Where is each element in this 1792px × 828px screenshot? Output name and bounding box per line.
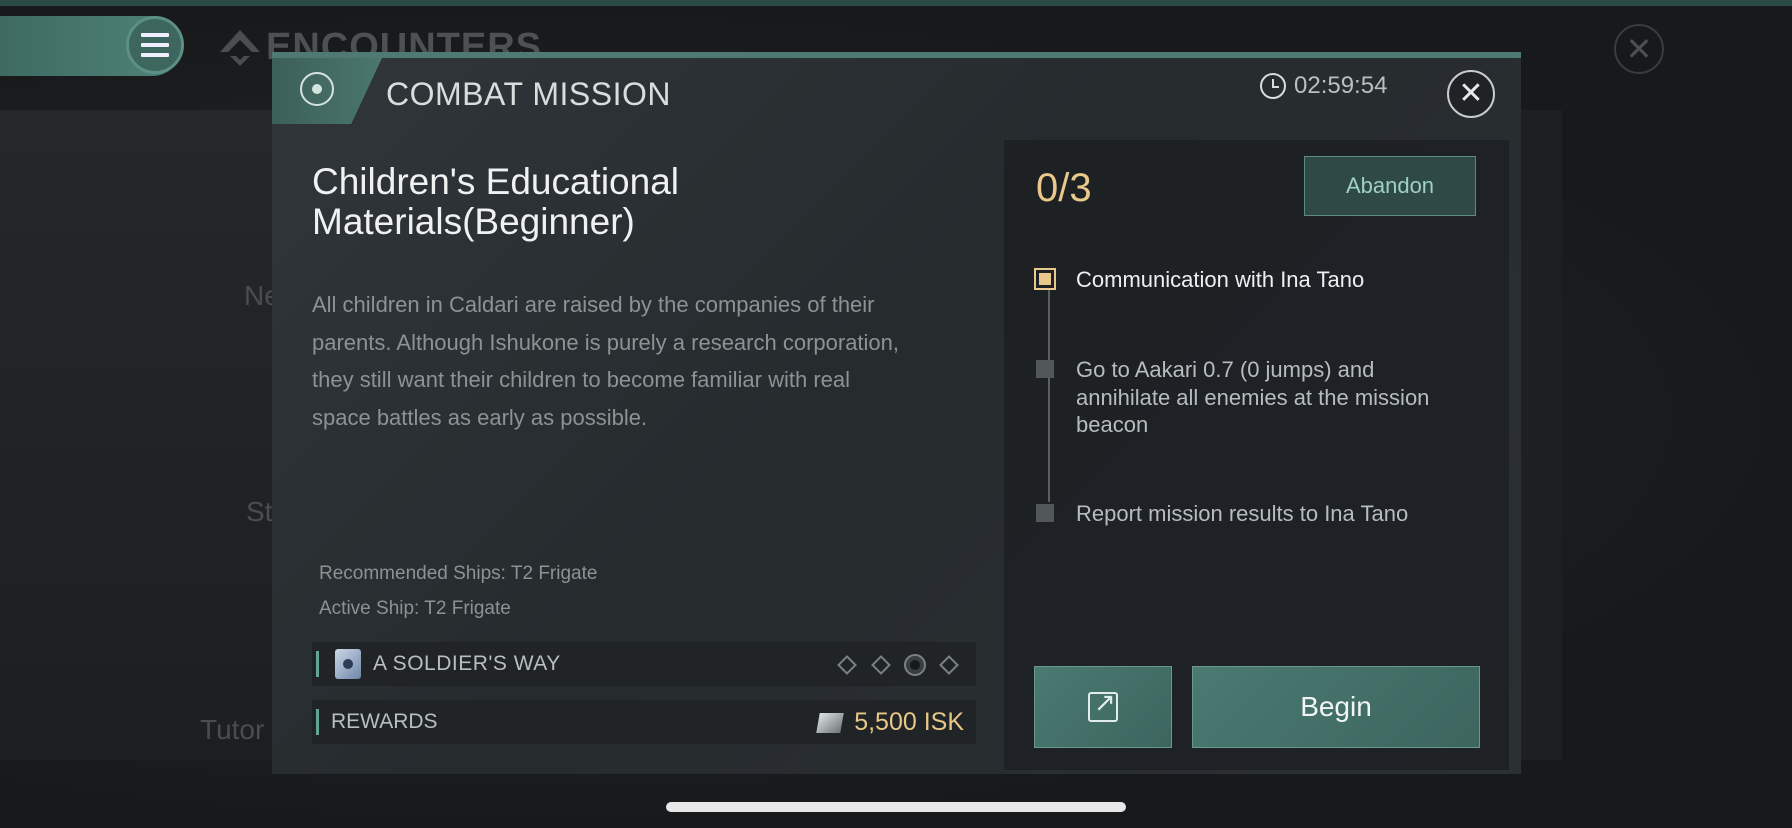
objective-progress: 0/3 xyxy=(1036,166,1092,210)
abandon-button[interactable]: Abandon xyxy=(1304,156,1476,216)
begin-button[interactable]: Begin xyxy=(1192,666,1480,748)
close-icon: ✕ xyxy=(1625,31,1653,67)
objectives-panel: 0/3 Abandon Communication with Ina Tano … xyxy=(1004,140,1509,770)
reward-amount: 5,500 ISK xyxy=(854,708,964,736)
share-icon xyxy=(1088,688,1118,722)
storyline-row[interactable]: A SOLDIER'S WAY xyxy=(312,642,976,686)
rewards-label: REWARDS xyxy=(331,710,438,733)
rewards-row: REWARDS 5,500 ISK xyxy=(312,700,976,744)
ship-info: Recommended Ships: T2 Frigate Active Shi… xyxy=(319,556,597,626)
menu-button[interactable] xyxy=(126,16,184,74)
mission-dialog: COMBAT MISSION 02:59:54 ✕ Children's Edu… xyxy=(272,52,1521,774)
diamond-icon xyxy=(868,652,894,678)
share-button[interactable] xyxy=(1034,666,1172,748)
background-panel-left xyxy=(0,110,290,760)
mission-description: All children in Caldari are raised by th… xyxy=(312,292,900,430)
diamond-icon xyxy=(834,652,860,678)
mission-timer: 02:59:54 xyxy=(1260,72,1387,100)
isk-icon xyxy=(816,712,844,733)
objective-text: Go to Aakari 0.7 (0 jumps) and annihilat… xyxy=(1076,357,1430,437)
row-accent xyxy=(316,709,319,735)
current-step-icon xyxy=(902,652,928,678)
objective-text: Report mission results to Ina Tano xyxy=(1076,501,1409,526)
close-icon: ✕ xyxy=(1458,77,1484,110)
encounters-logo-icon xyxy=(220,30,260,66)
timer-value: 02:59:54 xyxy=(1294,72,1388,99)
objective-marker xyxy=(1036,360,1054,378)
objective-item: Go to Aakari 0.7 (0 jumps) and annihilat… xyxy=(1036,356,1456,439)
recommended-ships: Recommended Ships: T2 Frigate xyxy=(319,563,598,584)
close-button[interactable]: ✕ xyxy=(1447,70,1495,118)
background-label-st: St xyxy=(246,496,273,527)
objective-item: Communication with Ina Tano xyxy=(1036,266,1456,294)
home-indicator[interactable] xyxy=(666,802,1126,812)
storyline-badge-icon xyxy=(335,649,361,679)
background-close-button[interactable]: ✕ xyxy=(1614,24,1664,74)
dialog-header: COMBAT MISSION 02:59:54 ✕ xyxy=(272,58,1521,130)
active-ship: Active Ship: T2 Frigate xyxy=(319,598,511,619)
combat-target-icon xyxy=(300,72,334,106)
clock-icon xyxy=(1260,73,1286,99)
background-label-tutor: Tutor xyxy=(200,714,265,745)
objective-active-marker xyxy=(1036,270,1054,288)
mission-type-tab xyxy=(272,58,382,124)
hamburger-icon xyxy=(141,30,169,60)
row-accent xyxy=(316,651,319,677)
reward-value: 5,500 ISK xyxy=(816,708,964,737)
storyline-progress xyxy=(834,652,962,678)
diamond-icon xyxy=(936,652,962,678)
objective-item: Report mission results to Ina Tano xyxy=(1036,500,1456,528)
storyline-label: A SOLDIER'S WAY xyxy=(373,652,561,675)
mission-title: Children's Educational Materials(Beginne… xyxy=(312,161,680,242)
objective-marker xyxy=(1036,504,1054,522)
objective-text: Communication with Ina Tano xyxy=(1076,267,1365,292)
mission-type-label: COMBAT MISSION xyxy=(386,76,671,112)
